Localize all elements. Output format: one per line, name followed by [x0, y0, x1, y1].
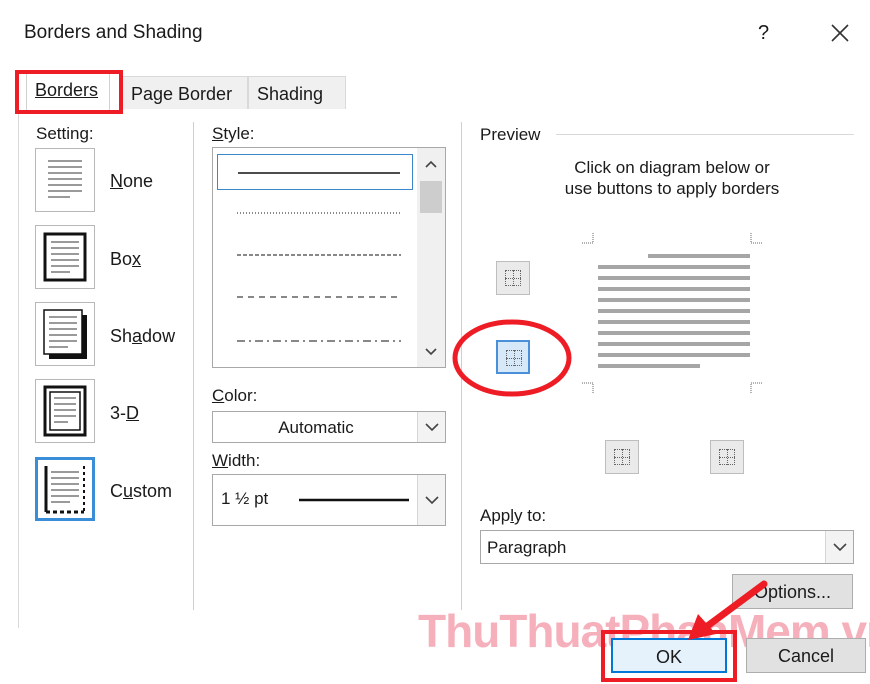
close-icon[interactable] [826, 16, 856, 48]
style-option-fine-dashed[interactable] [217, 237, 413, 273]
preview-text-line [598, 331, 750, 335]
highlight-box-borders-tab [15, 70, 123, 114]
apply-to-label: Apply to: [480, 506, 547, 525]
setting-shadow-label: Shadow [110, 326, 176, 346]
tab-page-border[interactable]: Page Border [122, 76, 248, 109]
setting-box-label: Box [110, 249, 142, 269]
setting-custom-label: Custom [110, 481, 173, 501]
preview-text-line [598, 276, 750, 280]
preview-label: Preview [480, 125, 541, 144]
corner-mark [750, 382, 762, 394]
preview-text-line [598, 265, 750, 269]
chevron-down-icon[interactable] [825, 531, 853, 563]
preview-instructions-line1: Click on diagram below or [574, 158, 770, 177]
preview-text-line [598, 364, 700, 368]
preview-text-line [598, 320, 750, 324]
divider-setting-style [193, 122, 194, 610]
highlight-arrow [688, 580, 768, 640]
preview-text-line [598, 342, 750, 346]
setting-shadow-tile[interactable] [35, 302, 95, 366]
right-border-icon [719, 449, 735, 465]
style-option-dotted[interactable] [217, 195, 413, 231]
apply-to-value: Paragraph [487, 538, 567, 557]
preview-text-line [598, 298, 750, 302]
style-label: Style: [212, 124, 255, 143]
setting-3d-tile[interactable] [35, 379, 95, 443]
apply-to-dropdown[interactable]: Paragraph [480, 530, 854, 564]
corner-mark [582, 232, 594, 244]
scroll-up-icon[interactable] [420, 154, 442, 174]
preview-text-line [598, 309, 750, 313]
style-option-solid[interactable] [217, 154, 413, 190]
setting-3d-label: 3-D [110, 403, 140, 423]
color-value: Automatic [278, 418, 354, 437]
scroll-down-icon[interactable] [420, 342, 442, 362]
setting-box-icon [43, 232, 87, 282]
setting-none-label: None [110, 171, 154, 191]
width-label: Width: [212, 451, 261, 470]
tab-label: Shading [257, 84, 324, 104]
dialog-title: Borders and Shading [24, 22, 203, 43]
setting-custom-tile[interactable] [35, 457, 95, 521]
chevron-down-icon[interactable] [417, 412, 445, 442]
scrollbar-thumb[interactable] [420, 181, 442, 213]
setting-box-tile[interactable] [35, 225, 95, 289]
corner-mark [582, 382, 594, 394]
width-dropdown[interactable]: 1 ½ pt [212, 474, 446, 526]
highlight-ellipse [452, 319, 572, 397]
tab-label: Page Border [131, 84, 233, 104]
top-border-button[interactable] [496, 261, 530, 295]
preview-diagram[interactable] [582, 232, 772, 402]
style-option-dashed[interactable] [217, 279, 413, 315]
width-value: 1 ½ pt [221, 489, 269, 508]
style-option-dash-dot[interactable] [217, 323, 413, 359]
width-line-preview [299, 498, 409, 502]
setting-custom-icon [44, 466, 85, 514]
right-border-button[interactable] [710, 440, 744, 474]
setting-3d-icon [43, 385, 87, 437]
preview-instructions-line2: use buttons to apply borders [564, 179, 780, 198]
setting-label: Setting: [36, 124, 94, 143]
preview-group-line [556, 134, 854, 135]
setting-none-tile[interactable] [35, 148, 95, 212]
left-border-button[interactable] [605, 440, 639, 474]
preview-text-line [598, 287, 750, 291]
preview-text-line [648, 254, 750, 258]
color-label: Color: [212, 386, 258, 405]
top-border-icon [505, 270, 521, 286]
style-list[interactable] [212, 147, 446, 368]
color-dropdown[interactable]: Automatic [212, 411, 446, 443]
preview-text-line [598, 353, 750, 357]
cancel-label: Cancel [777, 646, 835, 666]
chevron-down-icon[interactable] [417, 475, 445, 525]
left-border-icon [614, 449, 630, 465]
setting-none-icon [48, 160, 82, 198]
setting-shadow-icon [43, 309, 87, 359]
tab-shading[interactable]: Shading [248, 76, 346, 109]
help-button[interactable]: ? [758, 22, 769, 45]
corner-mark [750, 232, 762, 244]
